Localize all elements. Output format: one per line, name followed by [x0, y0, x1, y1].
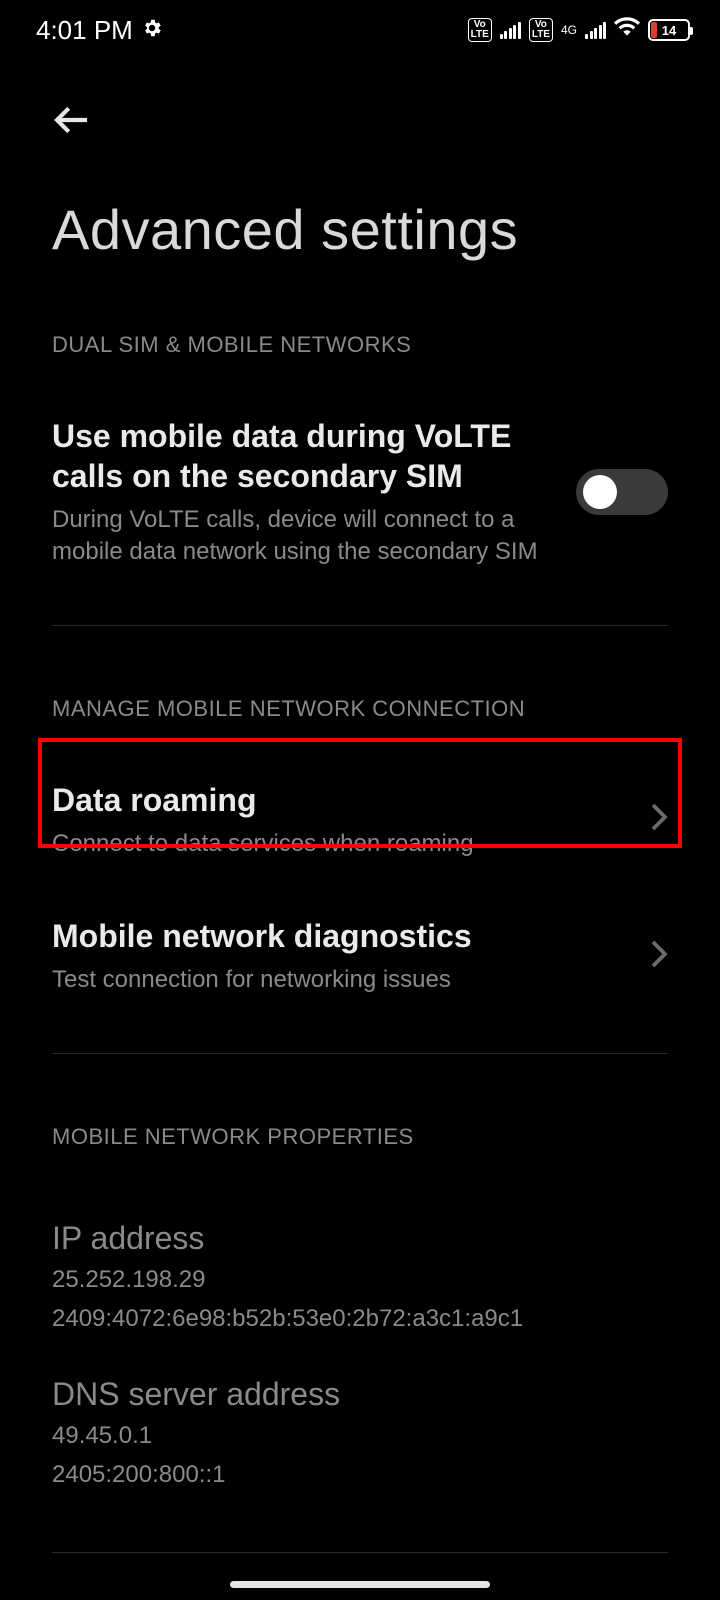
prop-ip-address: IP address 25.252.198.29 2409:4072:6e98:…: [52, 1180, 668, 1336]
row-network-diagnostics[interactable]: Mobile network diagnostics Test connecti…: [52, 888, 668, 1024]
wifi-icon: [614, 14, 640, 47]
prop-value-line: 2405:200:800::1: [52, 1452, 668, 1492]
prop-title: DNS server address: [52, 1336, 668, 1413]
section-header-dualsim: DUAL SIM & MOBILE NETWORKS: [52, 262, 668, 388]
volte-badge-1: VoLTE: [468, 18, 492, 42]
prop-title: IP address: [52, 1180, 668, 1257]
prop-value-line: 25.252.198.29: [52, 1257, 668, 1297]
back-button[interactable]: [52, 100, 92, 143]
status-right: VoLTE VoLTE 4G 14: [468, 14, 690, 47]
prop-dns-address: DNS server address 49.45.0.1 2405:200:80…: [52, 1336, 668, 1492]
home-indicator: [230, 1581, 490, 1588]
gear-icon: [141, 15, 163, 46]
section-header-manage-network: MANAGE MOBILE NETWORK CONNECTION: [52, 626, 668, 752]
volte-badge-2: VoLTE: [529, 18, 553, 42]
row-subtitle: Connect to data services when roaming: [52, 820, 630, 860]
battery-percent: 14: [650, 23, 688, 38]
row-volte-secondary-sim[interactable]: Use mobile data during VoLTE calls on th…: [52, 388, 668, 597]
row-subtitle: Test connection for networking issues: [52, 956, 630, 996]
row-title: Mobile network diagnostics: [52, 916, 630, 956]
status-time: 4:01 PM: [36, 15, 133, 46]
network-type: 4G: [561, 25, 577, 35]
row-title: Data roaming: [52, 780, 630, 820]
divider: [52, 1552, 668, 1553]
section-header-network-props: MOBILE NETWORK PROPERTIES: [52, 1054, 668, 1180]
page-title: Advanced settings: [0, 145, 720, 262]
row-data-roaming[interactable]: Data roaming Connect to data services wh…: [52, 752, 668, 888]
prop-value-line: 2409:4072:6e98:b52b:53e0:2b72:a3c1:a9c1: [52, 1296, 668, 1336]
signal-icon-1: [500, 21, 521, 39]
status-left: 4:01 PM: [36, 15, 163, 46]
toggle-volte-secondary-sim[interactable]: [576, 469, 668, 515]
row-subtitle: During VoLTE calls, device will connect …: [52, 496, 556, 569]
chevron-right-icon: [650, 939, 668, 974]
signal-icon-2: [585, 21, 606, 39]
battery-icon: 14: [648, 19, 690, 41]
status-bar: 4:01 PM VoLTE VoLTE 4G 14: [0, 0, 720, 60]
row-title: Use mobile data during VoLTE calls on th…: [52, 416, 556, 496]
prop-value-line: 49.45.0.1: [52, 1413, 668, 1453]
chevron-right-icon: [650, 802, 668, 837]
